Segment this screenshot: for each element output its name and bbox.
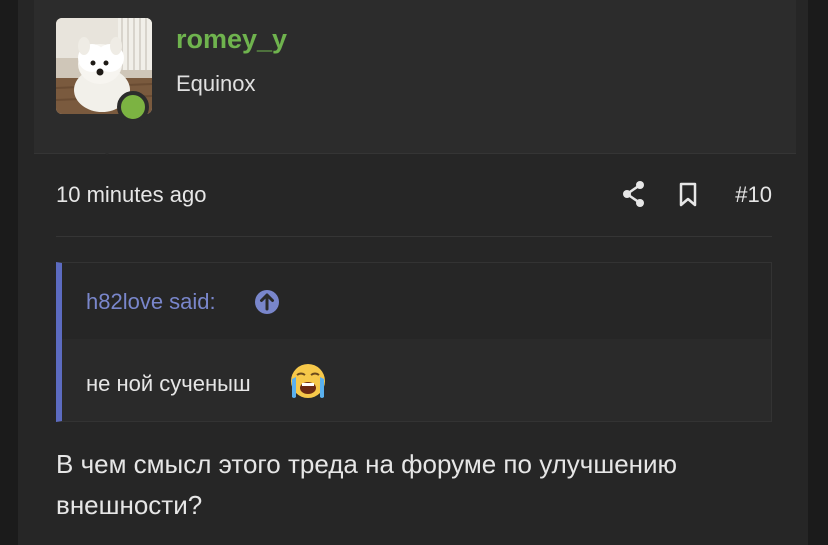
bookmark-icon[interactable] bbox=[678, 182, 698, 208]
quote-author-link[interactable]: h82love said: bbox=[86, 289, 216, 315]
user-block-pointer bbox=[87, 135, 127, 155]
share-icon[interactable] bbox=[622, 180, 646, 208]
post-meta-row: 10 minutes ago #10 bbox=[56, 180, 772, 212]
divider bbox=[56, 236, 772, 237]
user-title: Equinox bbox=[176, 71, 256, 96]
post-message: В чем смысл этого треда на форуме по улу… bbox=[56, 449, 678, 520]
username-link[interactable]: romey_y bbox=[176, 24, 287, 55]
quote-block: h82love said: не ной сученыш bbox=[56, 262, 772, 422]
arrow-up-circle-icon[interactable] bbox=[254, 289, 280, 315]
online-status-indicator bbox=[117, 91, 149, 123]
post-timestamp[interactable]: 10 minutes ago bbox=[56, 182, 206, 208]
quote-text: не ной сученыш bbox=[86, 371, 251, 396]
post-number-link[interactable]: #10 bbox=[735, 182, 772, 208]
quote-header: h82love said: bbox=[62, 263, 771, 339]
loudly-crying-face-icon bbox=[288, 361, 328, 401]
